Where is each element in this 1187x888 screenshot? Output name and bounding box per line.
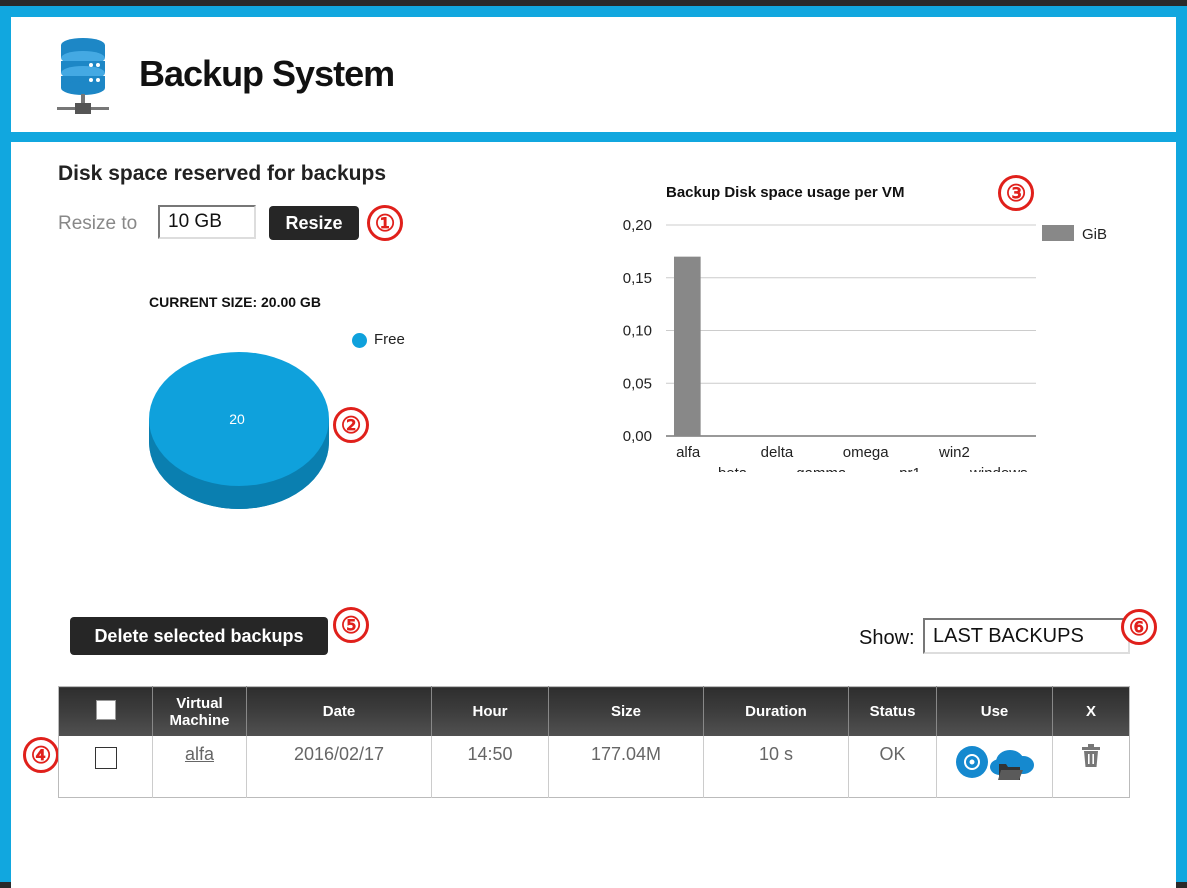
y-tick-label: 0,20 [623,217,652,234]
col-hour[interactable]: Hour [431,686,549,736]
pie-caption: CURRENT SIZE: 20.00 GB [149,294,321,310]
x-tick-label: delta [761,444,794,461]
x-tick-label: gamma [796,465,847,472]
x-tick-label: beta [718,465,748,472]
col-duration[interactable]: Duration [703,686,849,736]
bar-alfa[interactable] [674,256,701,436]
table-row: alfa 2016/02/17 14:50 177.04M 10 s OK [58,736,1130,798]
date-cell: 2016/02/17 [246,736,432,798]
restore-disc-icon[interactable] [955,746,988,778]
legend-free-swatch [352,333,367,348]
col-virtual-machine[interactable]: Virtual Machine [152,686,247,736]
callout-1: ① [367,205,403,241]
col-size[interactable]: Size [548,686,704,736]
resize-button[interactable]: Resize [269,206,359,240]
callout-2: ② [333,407,369,443]
y-tick-label: 0,00 [623,428,652,445]
col-use: Use [936,686,1053,736]
use-cell [936,736,1053,798]
database-server-icon [57,38,109,114]
x-tick-label: pr1 [899,465,921,472]
legend-gib-swatch [1042,225,1074,241]
section-title: Disk space reserved for backups [58,162,387,185]
legend-gib-label: GiB [1082,226,1107,243]
cloud-folder-icon[interactable] [989,750,1034,780]
main-panel: Disk space reserved for backups Resize t… [11,142,1176,888]
x-tick-label: windows [969,465,1028,472]
select-all-checkbox[interactable] [95,699,116,720]
duration-cell: 10 s [703,736,849,798]
table-header-row: Virtual Machine Date Hour Size Duration … [58,686,1130,736]
vm-cell: alfa [152,736,247,798]
x-tick-label: win2 [938,444,970,461]
select-all-header [58,686,153,736]
trash-icon[interactable] [1081,744,1101,768]
y-tick-label: 0,15 [623,270,652,287]
y-tick-label: 0,05 [623,375,652,392]
disk-pie-chart: 20 [149,352,329,509]
vm-link[interactable]: alfa [185,744,214,764]
col-status[interactable]: Status [848,686,937,736]
show-filter-select[interactable]: LAST BACKUPS [923,618,1130,654]
resize-label: Resize to [58,213,138,234]
y-tick-label: 0,10 [623,323,652,340]
delete-selected-button[interactable]: Delete selected backups [70,617,328,655]
delete-cell [1053,736,1130,798]
row-checkbox[interactable] [94,747,117,769]
row-select-cell [58,736,153,798]
resize-input[interactable] [158,205,256,239]
app-title: Backup System [139,53,395,94]
x-tick-label: alfa [676,444,701,461]
app-header: Backup System [11,17,1176,132]
size-cell: 177.04M [548,736,704,798]
x-tick-label: omega [843,444,890,461]
vm-usage-bar-chart: Backup Disk space usage per VM 0,00 0,05 0… [623,184,1107,472]
col-delete: X [1052,686,1130,736]
status-cell: OK [848,736,937,798]
legend-free-label: Free [374,331,405,348]
app-frame: Backup System Disk space reserved for ba… [0,6,1187,888]
callout-4: ④ [23,737,59,773]
col-date[interactable]: Date [246,686,432,736]
show-label: Show: [859,627,915,649]
callout-5: ⑤ [333,607,369,643]
hour-cell: 14:50 [431,736,549,798]
chart-title: Backup Disk space usage per VM [666,184,904,201]
callout-3: ③ [998,175,1034,211]
callout-6: ⑥ [1121,609,1157,645]
pie-slice-label: 20 [229,411,245,427]
backups-table: Virtual Machine Date Hour Size Duration … [58,686,1130,798]
